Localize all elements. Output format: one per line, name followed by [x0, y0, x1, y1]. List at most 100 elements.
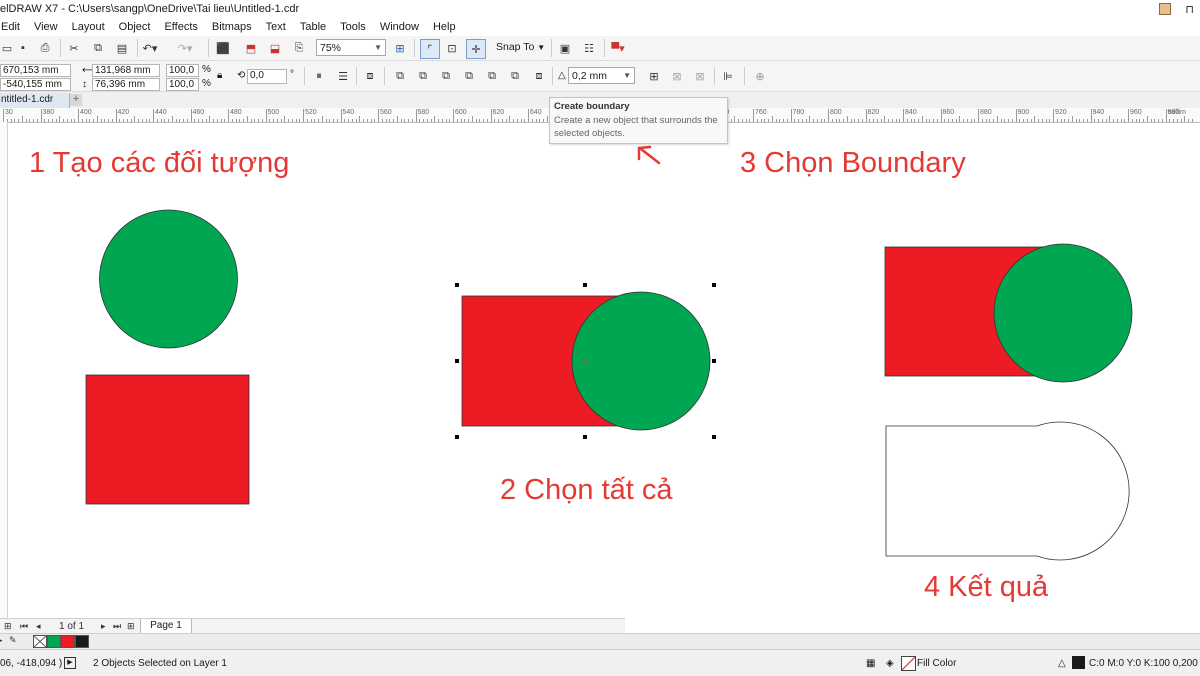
black-swatch[interactable]: [75, 635, 89, 648]
palette-scroll-icon[interactable]: ▸: [0, 635, 3, 646]
zoom-dropdown[interactable]: 75% ▼: [316, 39, 386, 56]
weld-icon[interactable]: ⧉: [391, 67, 409, 85]
redo-icon[interactable]: ↷▾: [176, 39, 194, 57]
outline-pen-icon: △: [1058, 658, 1066, 669]
page-options-icon[interactable]: ⊞: [4, 621, 12, 632]
mirror-horizontal-icon[interactable]: ⏸: [310, 67, 328, 85]
ruler-label: 420: [117, 109, 130, 116]
scale-y-field[interactable]: 100,0: [166, 78, 199, 91]
ruler-tick: [528, 109, 529, 122]
green-swatch[interactable]: [47, 635, 61, 648]
user-icon[interactable]: [1159, 3, 1172, 15]
snap-to-button[interactable]: Snap To ▼: [496, 41, 545, 53]
red-swatch[interactable]: [61, 635, 75, 648]
first-page-icon[interactable]: ⏮: [20, 621, 28, 632]
document-tab[interactable]: ntitled-1.cdr: [0, 93, 70, 108]
ruler-tick: [228, 109, 229, 122]
lock-ratio-icon[interactable]: 🔒︎: [217, 70, 222, 81]
eyedropper-icon[interactable]: ✎: [9, 635, 17, 646]
outline-pen-icon: △: [558, 70, 566, 81]
boundary-shape[interactable]: [885, 421, 1130, 561]
paste-icon[interactable]: ▤: [113, 39, 131, 57]
menu-help[interactable]: Help: [426, 21, 463, 33]
import-icon[interactable]: ⬒: [242, 39, 260, 57]
copy-icon[interactable]: ⧉: [89, 39, 107, 57]
welcome-screen-icon[interactable]: ▣: [556, 39, 574, 57]
ruler-label: 440: [155, 109, 167, 116]
no-fill-indicator[interactable]: [901, 656, 916, 671]
menu-tools[interactable]: Tools: [333, 21, 373, 33]
menu-effects[interactable]: Effects: [157, 21, 204, 33]
no-color-swatch[interactable]: [33, 635, 47, 648]
rotation-field[interactable]: 0,0: [247, 69, 287, 84]
menu-window[interactable]: Window: [373, 21, 426, 33]
intersect-icon[interactable]: ⧉: [437, 67, 455, 85]
menu-layout[interactable]: Layout: [65, 21, 112, 33]
combine-icon[interactable]: ⧈: [361, 67, 379, 85]
ruler-tick: [1053, 109, 1054, 122]
menu-edit[interactable]: Edit: [0, 21, 27, 33]
menu-bitmaps[interactable]: Bitmaps: [205, 21, 259, 33]
back-minus-front-icon[interactable]: ⧉: [506, 67, 524, 85]
outline-width-dropdown[interactable]: 0,2 mm ▼: [568, 67, 635, 84]
ruler-label: 820: [867, 109, 880, 116]
outline-color-swatch[interactable]: [1072, 656, 1085, 669]
restore-icon[interactable]: ⊓: [1185, 3, 1194, 16]
center-marker: ×: [583, 357, 588, 366]
play-icon[interactable]: ▶: [64, 657, 76, 669]
drawing-canvas[interactable]: ×: [0, 122, 1200, 618]
text-wrap-icon[interactable]: ⊞: [645, 67, 663, 85]
x-position-field[interactable]: 670,153 mm: [0, 64, 71, 77]
show-rulers-icon[interactable]: ⌜: [420, 39, 440, 59]
fill-color-label: Fill Color: [917, 658, 957, 669]
green-circle[interactable]: [99, 209, 238, 349]
menu-object[interactable]: Object: [112, 21, 158, 33]
search-content-icon[interactable]: ⬛: [214, 39, 232, 57]
add-page-icon[interactable]: ⊞: [127, 621, 135, 632]
to-front-icon[interactable]: ⊠: [668, 67, 686, 85]
trim-icon[interactable]: ⧉: [414, 67, 432, 85]
show-grid-icon[interactable]: ⊡: [443, 39, 461, 57]
options-icon[interactable]: ☷: [580, 39, 598, 57]
export-icon[interactable]: ⬓: [266, 39, 284, 57]
red-square[interactable]: [85, 374, 250, 505]
quick-customize-icon[interactable]: ⊕: [751, 67, 769, 85]
cut-icon[interactable]: ✂: [65, 39, 83, 57]
front-minus-back-icon[interactable]: ⧉: [483, 67, 501, 85]
full-screen-icon[interactable]: ⊞: [391, 39, 409, 57]
height-field[interactable]: 76,396 mm: [92, 78, 160, 91]
menu-view[interactable]: View: [27, 21, 65, 33]
page-tab[interactable]: Page 1: [140, 619, 192, 634]
rotate-icon: ⟲: [237, 70, 246, 81]
application-launcher-icon[interactable]: ▀▾: [609, 39, 627, 57]
previous-page-icon[interactable]: ◂: [36, 621, 41, 632]
width-field[interactable]: 131,968 mm: [92, 64, 160, 77]
ruler-tick: [978, 109, 979, 122]
no-fill-icon: [902, 657, 915, 670]
show-guidelines-icon[interactable]: ✛: [466, 39, 486, 59]
to-back-icon[interactable]: ⊠: [691, 67, 709, 85]
y-position-field[interactable]: -540,155 mm: [0, 78, 71, 91]
create-boundary-icon[interactable]: ⧈: [530, 67, 548, 85]
green-circle[interactable]: [993, 243, 1133, 383]
menu-table[interactable]: Table: [293, 21, 333, 33]
menu-text[interactable]: Text: [259, 21, 293, 33]
last-page-icon[interactable]: ⏭: [113, 621, 121, 632]
tooltip: Create boundary Create a new object that…: [549, 97, 728, 144]
ruler-tick: [940, 109, 942, 122]
ruler-tick: [1165, 109, 1167, 122]
separator: [604, 39, 605, 57]
simplify-icon[interactable]: ⧉: [460, 67, 478, 85]
add-tab-button[interactable]: +: [70, 94, 82, 106]
save-icon[interactable]: ▪: [14, 39, 32, 57]
publish-pdf-icon[interactable]: ⎘: [290, 39, 308, 57]
scale-x-field[interactable]: 100,0: [166, 64, 199, 77]
next-page-icon[interactable]: ▸: [101, 621, 106, 632]
color-palette: ▸ ✎: [0, 633, 1200, 650]
outline-width-value: 0,2 mm: [572, 69, 608, 82]
mirror-vertical-icon[interactable]: ☰: [334, 67, 352, 85]
green-circle[interactable]: [571, 291, 711, 431]
align-distribute-icon[interactable]: ⊫: [719, 67, 737, 85]
print-icon[interactable]: ⎙: [36, 39, 54, 57]
undo-icon[interactable]: ↶▾: [141, 39, 159, 57]
